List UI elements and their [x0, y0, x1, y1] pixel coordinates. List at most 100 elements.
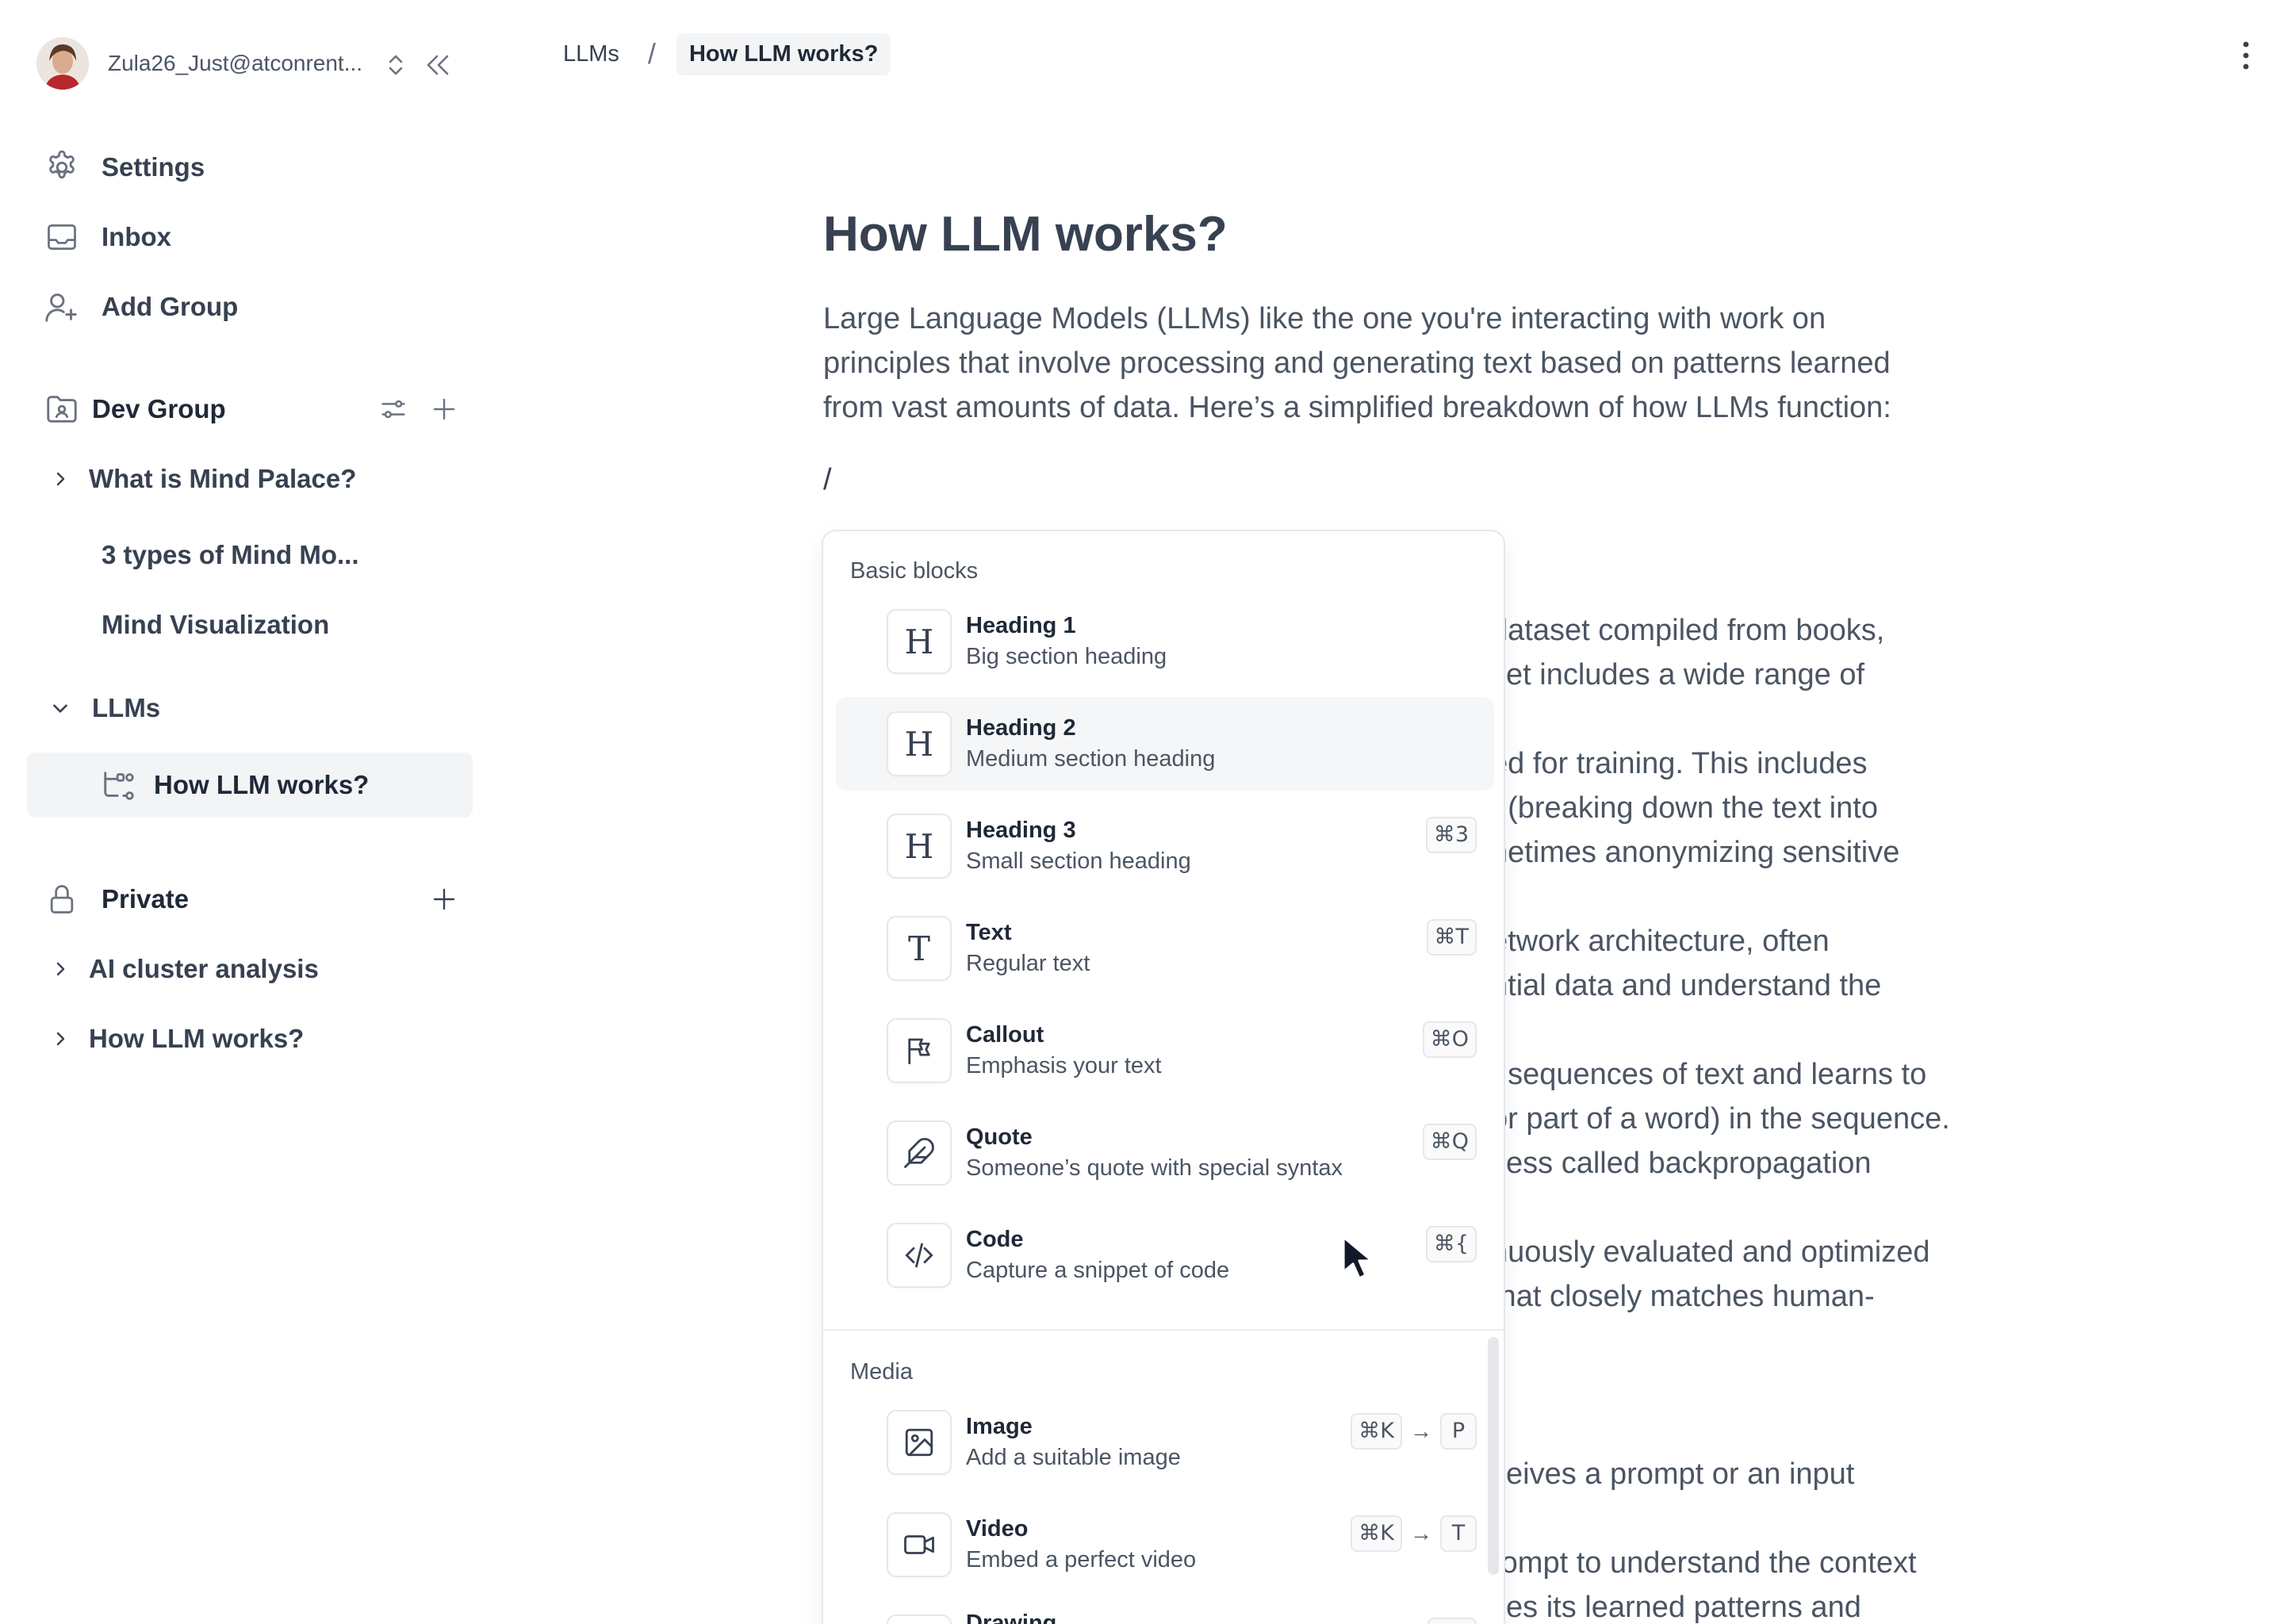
menu-item-description: Big section heading: [966, 644, 1167, 669]
paragraph-fragment: cess called backpropagation: [1491, 1147, 1872, 1180]
nav-settings-label: Settings: [102, 152, 205, 182]
slash-command-input[interactable]: /: [823, 463, 832, 497]
page-title[interactable]: How LLM works?: [823, 198, 1981, 271]
tree-item-label: What is Mind Palace?: [89, 464, 357, 493]
breadcrumb-parent[interactable]: LLMs: [555, 41, 627, 67]
nav-add-group-label: Add Group: [102, 292, 239, 321]
tree-item-how-llm-works-active[interactable]: How LLM works?: [27, 753, 473, 818]
tree-item-how-llm-private[interactable]: How LLM works?: [43, 1010, 304, 1067]
menu-item-drawing[interactable]: Drawing ⌘L: [836, 1600, 1494, 1624]
shortcut-key: ⌘T: [1426, 919, 1477, 956]
tree-item-label: 3 types of Mind Mo...: [102, 540, 359, 569]
paragraph-fragment: etwork architecture, often: [1491, 925, 1830, 958]
heading-icon: H: [887, 609, 952, 674]
tree-item-mind-palace[interactable]: What is Mind Palace?: [43, 450, 356, 508]
menu-item-video[interactable]: Video Embed a perfect video ⌘K → T: [836, 1498, 1494, 1591]
avatar: [36, 37, 89, 90]
flag-icon: [887, 1018, 952, 1083]
shortcut-key: T: [1440, 1515, 1477, 1552]
menu-item-title: Video: [966, 1516, 1029, 1542]
chevron-right-icon[interactable]: [43, 952, 78, 986]
menu-item-description: Medium section heading: [966, 746, 1216, 772]
add-icon[interactable]: [425, 880, 463, 918]
document: How LLM works? Large Language Models (LL…: [823, 198, 1981, 430]
group-private-label: Private: [102, 884, 190, 914]
paragraph-fragment: ceives a prompt or an input: [1491, 1457, 1855, 1491]
slash-command-menu: Basic blocks H Heading 1 Big section hea…: [822, 530, 1505, 1624]
nav-inbox-label: Inbox: [102, 222, 171, 251]
paragraph-fragment: t sequences of text and learns to: [1491, 1058, 1927, 1091]
feather-icon: [887, 1120, 952, 1185]
add-icon[interactable]: [425, 390, 463, 428]
more-vertical-icon[interactable]: [2232, 38, 2260, 73]
folder-user-icon: [43, 390, 81, 428]
menu-item-title: Code: [966, 1227, 1024, 1252]
menu-item-title: Quote: [966, 1124, 1033, 1150]
paragraph-fragment: t (breaking down the text into: [1491, 791, 1878, 825]
paragraph-fragment: or part of a word) in the sequence.: [1491, 1102, 1950, 1136]
text-icon: T: [887, 916, 952, 981]
paragraph-fragment: netimes anonymizing sensitive: [1491, 836, 1900, 869]
shortcut-key: ⌘3: [1425, 817, 1477, 853]
chevron-down-icon[interactable]: [43, 691, 78, 726]
paragraph-fragment: rompt to understand the context: [1491, 1546, 1917, 1580]
shortcut-key: ⌘{: [1425, 1226, 1477, 1262]
tree-item-label: How LLM works?: [154, 770, 370, 799]
menu-item-quote[interactable]: Quote Someone’s quote with special synta…: [836, 1106, 1494, 1200]
sidebar: Zula26_Just@atconrent... Settings Inbox …: [0, 0, 484, 1624]
group-private[interactable]: Private: [43, 871, 463, 928]
menu-item-callout[interactable]: Callout Emphasis your text ⌘O: [836, 1004, 1494, 1097]
heading-icon: H: [887, 814, 952, 879]
tree-item-label: How LLM works?: [89, 1024, 305, 1053]
shortcut-key: ⌘Q: [1422, 1124, 1477, 1160]
menu-item-title: Drawing: [966, 1611, 1057, 1624]
gear-icon: [43, 148, 81, 186]
breadcrumb-current[interactable]: How LLM works?: [676, 33, 891, 75]
breadcrumb-separator: /: [647, 37, 656, 70]
menu-item-image[interactable]: Image Add a suitable image ⌘K → P: [836, 1396, 1494, 1489]
menu-item-title: Heading 1: [966, 613, 1076, 638]
menu-section-media: Media: [850, 1359, 913, 1385]
tree-item-mind-visualization[interactable]: Mind Visualization: [102, 596, 329, 653]
nav-inbox[interactable]: Inbox: [43, 209, 455, 266]
shortcut-key: P: [1440, 1413, 1477, 1450]
menu-item-text[interactable]: T Text Regular text ⌘T: [836, 902, 1494, 995]
video-icon: [887, 1512, 952, 1577]
paragraph-fragment: ntial data and understand the: [1491, 969, 1882, 1002]
tree-item-label: AI cluster analysis: [89, 954, 319, 983]
tree-item-mind-models[interactable]: 3 types of Mind Mo...: [102, 527, 359, 584]
mouse-cursor-icon: [1340, 1234, 1375, 1281]
menu-item-heading-2[interactable]: H Heading 2 Medium section heading: [836, 697, 1494, 791]
collapse-sidebar-icon[interactable]: [422, 49, 454, 81]
menu-item-description: Emphasis your text: [966, 1053, 1162, 1078]
tree-item-ai-cluster[interactable]: AI cluster analysis: [43, 940, 319, 998]
account-email: Zula26_Just@atconrent...: [108, 51, 363, 75]
shortcut-key: ⌘O: [1422, 1021, 1477, 1058]
chevron-up-down-icon[interactable]: [384, 49, 408, 81]
paragraph-fragment: ses its learned patterns and: [1491, 1591, 1861, 1624]
group-dev[interactable]: Dev Group: [43, 381, 463, 438]
paragraph-fragment: that closely matches human-: [1491, 1280, 1875, 1313]
menu-item-title: Callout: [966, 1022, 1044, 1048]
lock-icon: [43, 880, 81, 918]
image-icon: [887, 1410, 952, 1475]
nav-settings[interactable]: Settings: [43, 139, 455, 196]
menu-item-description: Someone’s quote with special syntax: [966, 1155, 1343, 1181]
nav-add-group[interactable]: Add Group: [43, 278, 455, 335]
menu-item-code[interactable]: Code Capture a snippet of code ⌘{: [836, 1208, 1494, 1302]
menu-item-heading-3[interactable]: H Heading 3 Small section heading ⌘3: [836, 799, 1494, 893]
menu-item-title: Image: [966, 1414, 1033, 1439]
menu-divider: [823, 1329, 1504, 1331]
arrow-right-icon: →: [1410, 1521, 1432, 1545]
filter-icon[interactable]: [374, 390, 412, 428]
menu-item-heading-1[interactable]: H Heading 1 Big section heading: [836, 595, 1494, 688]
shortcut-key: ⌘L: [1427, 1618, 1477, 1624]
menu-item-description: Embed a perfect video: [966, 1547, 1197, 1572]
chevron-right-icon[interactable]: [43, 1021, 78, 1056]
arrow-right-icon: →: [1410, 1419, 1432, 1443]
breadcrumb: LLMs / How LLM works?: [555, 32, 891, 76]
intro-paragraph[interactable]: Large Language Models (LLMs) like the on…: [823, 297, 1949, 430]
tree-item-llms[interactable]: LLMs: [43, 680, 160, 737]
chevron-right-icon[interactable]: [43, 462, 78, 496]
paragraph-fragment: ed for training. This includes: [1491, 747, 1868, 780]
